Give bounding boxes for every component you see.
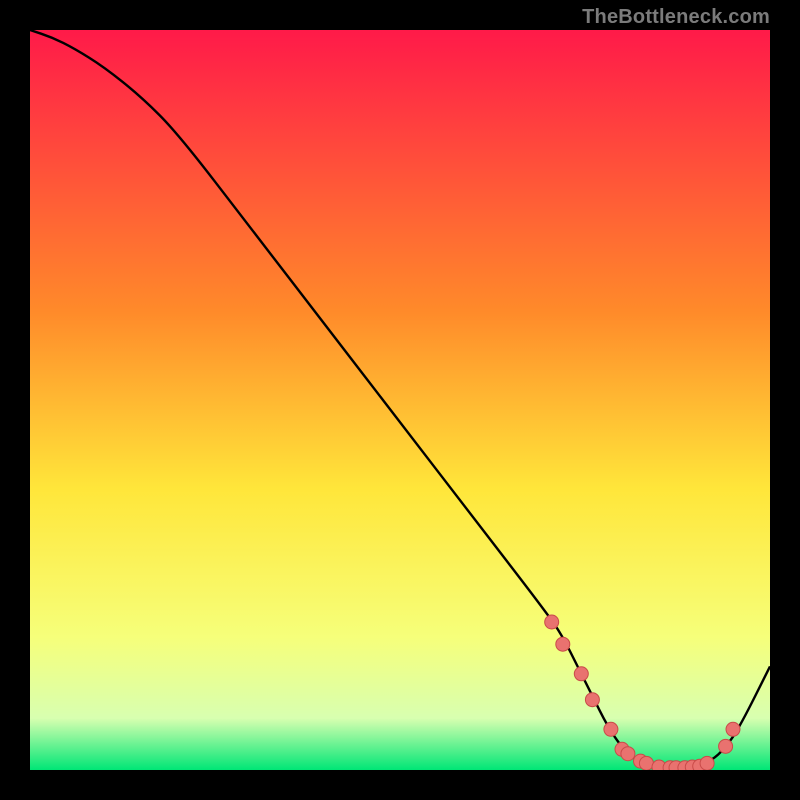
attribution-label: TheBottleneck.com xyxy=(582,6,770,29)
curve-marker xyxy=(585,693,599,707)
bottleneck-curve-chart xyxy=(30,30,770,770)
curve-marker xyxy=(719,739,733,753)
curve-marker xyxy=(574,667,588,681)
curve-marker xyxy=(604,722,618,736)
curve-marker xyxy=(639,756,653,770)
chart-stage: TheBottleneck.com xyxy=(0,0,800,800)
gradient-background xyxy=(30,30,770,770)
curve-marker xyxy=(726,722,740,736)
curve-marker xyxy=(621,747,635,761)
plot-area xyxy=(30,30,770,770)
curve-marker xyxy=(700,756,714,770)
curve-marker xyxy=(556,637,570,651)
curve-marker xyxy=(545,615,559,629)
